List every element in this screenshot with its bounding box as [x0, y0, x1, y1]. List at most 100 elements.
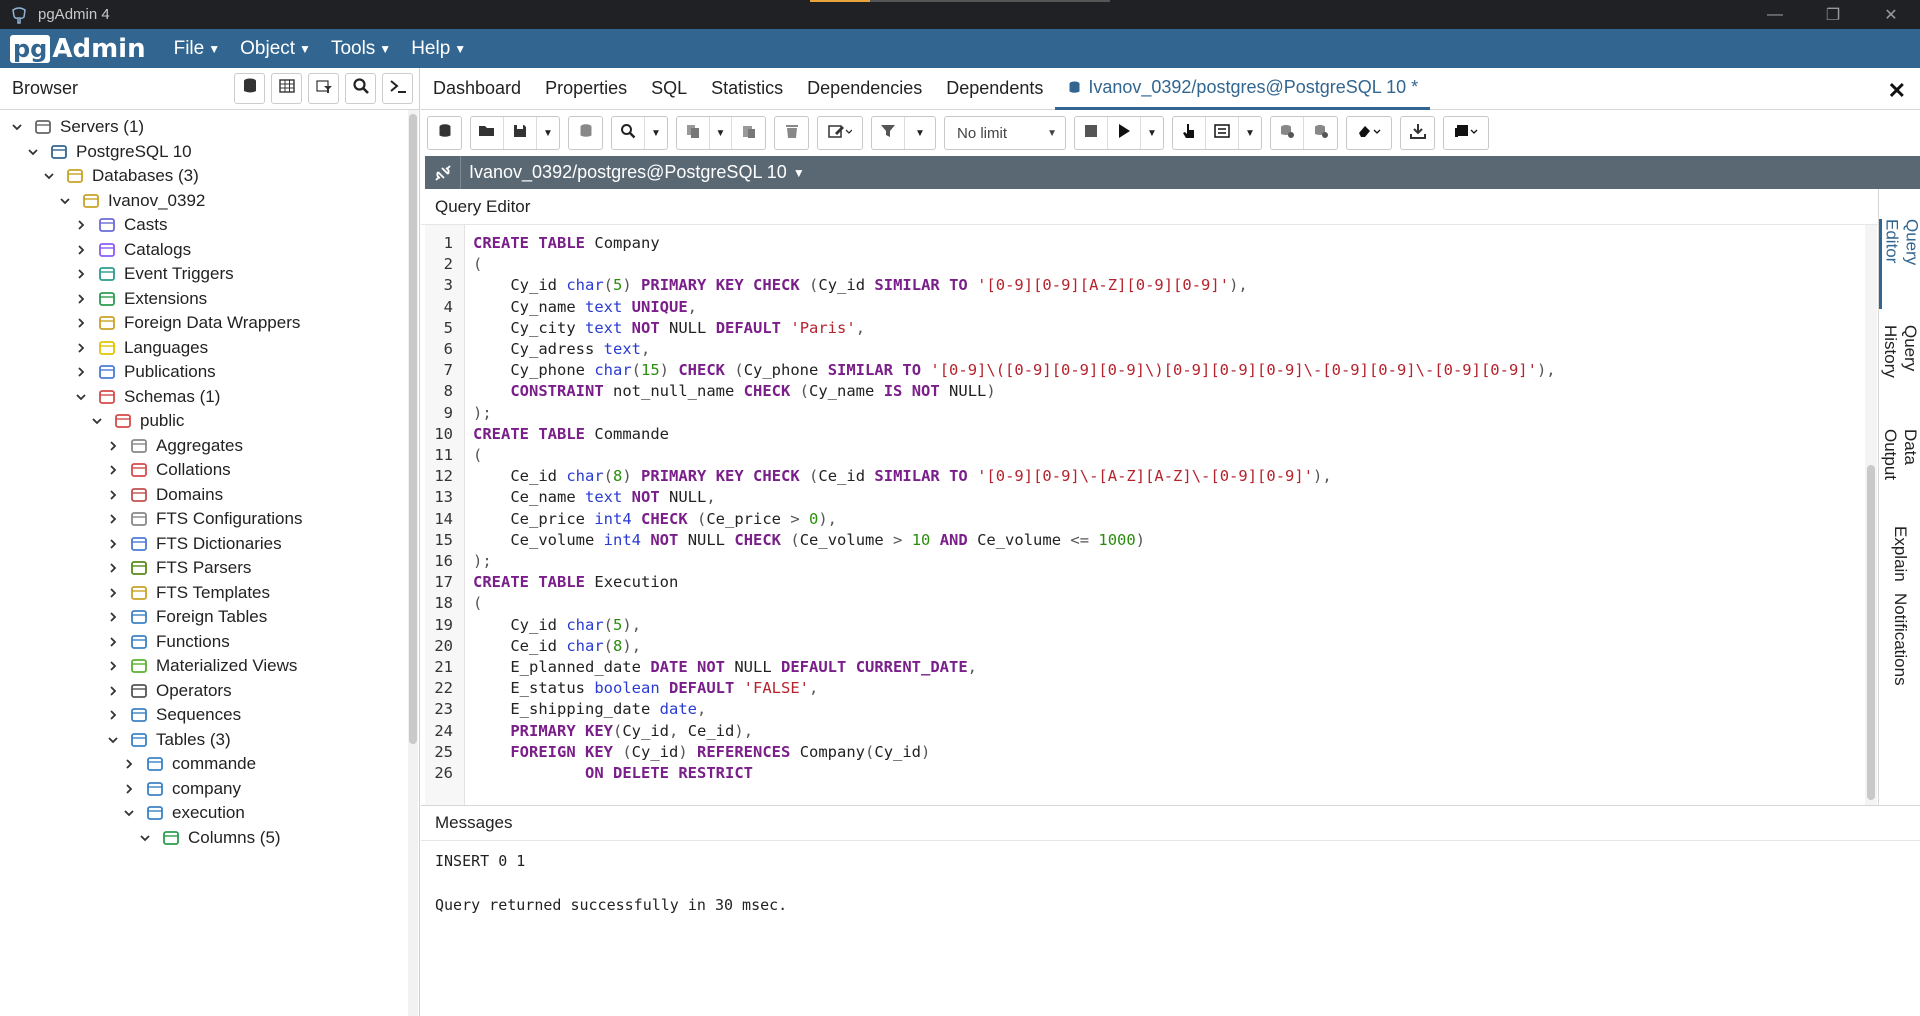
save-data-button[interactable]: [569, 117, 602, 149]
side-tab-query-history[interactable]: Query History: [1879, 325, 1920, 415]
side-tab-notifications[interactable]: Notifications: [1879, 589, 1920, 689]
explain-button[interactable]: [1173, 117, 1206, 149]
edit-options-button[interactable]: [818, 117, 862, 149]
side-tab-explain[interactable]: Explain: [1879, 524, 1920, 584]
copy-options-dropdown[interactable]: ▼: [710, 117, 732, 149]
chevron-down-icon[interactable]: [26, 145, 40, 159]
execute-button[interactable]: [1108, 117, 1141, 149]
code-line[interactable]: 12 Ce_id char(8) PRIMARY KEY CHECK (Ce_i…: [425, 466, 1865, 487]
code-line[interactable]: 11 (: [425, 445, 1865, 466]
chevron-right-icon[interactable]: [74, 218, 88, 232]
minimize-button[interactable]: —: [1746, 0, 1804, 29]
copy-button[interactable]: [677, 117, 710, 149]
tab-dependents[interactable]: Dependents: [934, 68, 1055, 110]
chevron-right-icon[interactable]: [106, 488, 120, 502]
maximize-button[interactable]: ❐: [1804, 0, 1862, 29]
chevron-right-icon[interactable]: [106, 586, 120, 600]
code-line[interactable]: 17 CREATE TABLE Execution: [425, 572, 1865, 593]
chevron-right-icon[interactable]: [106, 610, 120, 624]
chevron-right-icon[interactable]: [122, 782, 136, 796]
filter-options-dropdown[interactable]: ▼: [905, 117, 935, 149]
chevron-right-icon[interactable]: [74, 365, 88, 379]
search-objects-button[interactable]: [345, 73, 376, 104]
chevron-right-icon[interactable]: [74, 292, 88, 306]
explain-options-dropdown[interactable]: ▼: [1239, 117, 1261, 149]
code-line[interactable]: 3 Cy_id char(5) PRIMARY KEY CHECK (Cy_id…: [425, 275, 1865, 296]
chevron-right-icon[interactable]: [106, 439, 120, 453]
code-line[interactable]: 18 (: [425, 593, 1865, 614]
commit-button[interactable]: [1271, 117, 1304, 149]
connection-bar[interactable]: Ivanov_0392/postgres@PostgreSQL 10 ▼: [425, 156, 1920, 189]
sql-editor[interactable]: 1 CREATE TABLE Company 2(3 Cy_id char(5) P…: [425, 225, 1865, 805]
menu-object[interactable]: Object ▼: [240, 38, 311, 60]
tab-statistics[interactable]: Statistics: [699, 68, 795, 110]
code-line[interactable]: 23 E_shipping_date date,: [425, 699, 1865, 720]
code-line[interactable]: 10 CREATE TABLE Commande: [425, 424, 1865, 445]
rollback-button[interactable]: [1304, 117, 1337, 149]
download-csv-button[interactable]: [1401, 117, 1434, 149]
chevron-right-icon[interactable]: [74, 267, 88, 281]
code-line[interactable]: 26 ON DELETE RESTRICT: [425, 763, 1865, 784]
psql-tool-button[interactable]: [382, 73, 413, 104]
find-options-dropdown[interactable]: ▼: [645, 117, 667, 149]
chevron-down-icon[interactable]: [106, 733, 120, 747]
execute-options-dropdown[interactable]: ▼: [1141, 117, 1163, 149]
code-line[interactable]: 4 Cy_name text UNIQUE,: [425, 297, 1865, 318]
tree-item[interactable]: Columns (5): [138, 823, 281, 853]
code-line[interactable]: 25 FOREIGN KEY (Cy_id) REFERENCES Compan…: [425, 742, 1865, 763]
code-line[interactable]: 2(: [425, 254, 1865, 275]
explain-analyze-button[interactable]: [1206, 117, 1239, 149]
tab-dashboard[interactable]: Dashboard: [421, 68, 533, 110]
open-file-button[interactable]: [471, 117, 504, 149]
code-line[interactable]: 13 Ce_name text NOT NULL,: [425, 487, 1865, 508]
menu-tools[interactable]: Tools ▼: [331, 38, 391, 60]
chevron-down-icon[interactable]: [122, 806, 136, 820]
chevron-right-icon[interactable]: [106, 635, 120, 649]
chevron-down-icon[interactable]: [10, 120, 24, 134]
tree-scrollbar-thumb[interactable]: [409, 114, 417, 744]
code-line[interactable]: 16);: [425, 551, 1865, 572]
paste-button[interactable]: [732, 117, 765, 149]
code-line[interactable]: 21 E_planned_date DATE NOT NULL DEFAULT …: [425, 657, 1865, 678]
tab-dependencies[interactable]: Dependencies: [795, 68, 934, 110]
macros-button[interactable]: [1444, 117, 1488, 149]
object-explorer-button[interactable]: [234, 73, 265, 104]
clear-button[interactable]: [1347, 117, 1391, 149]
menu-help[interactable]: Help ▼: [411, 38, 466, 60]
code-line[interactable]: 20 Ce_id char(8),: [425, 636, 1865, 657]
chevron-right-icon[interactable]: [106, 537, 120, 551]
chevron-down-icon[interactable]: [90, 414, 104, 428]
code-line[interactable]: 15 Ce_volume int4 NOT NULL CHECK (Ce_vol…: [425, 530, 1865, 551]
chevron-down-icon[interactable]: [74, 390, 88, 404]
tab-sql[interactable]: SQL: [639, 68, 699, 110]
tree-scrollbar[interactable]: [408, 110, 418, 1016]
code-line[interactable]: 7 Cy_phone char(15) CHECK (Cy_phone SIMI…: [425, 360, 1865, 381]
filtered-rows-button[interactable]: [308, 73, 339, 104]
open-browser-button[interactable]: [428, 117, 461, 149]
find-button[interactable]: [612, 117, 645, 149]
chevron-right-icon[interactable]: [106, 512, 120, 526]
chevron-right-icon[interactable]: [106, 463, 120, 477]
code-line[interactable]: 19 Cy_id char(5),: [425, 615, 1865, 636]
chevron-right-icon[interactable]: [74, 316, 88, 330]
chevron-right-icon[interactable]: [106, 684, 120, 698]
chevron-right-icon[interactable]: [122, 757, 136, 771]
tab-properties[interactable]: Properties: [533, 68, 639, 110]
cancel-query-button[interactable]: [1075, 117, 1108, 149]
chevron-right-icon[interactable]: [106, 659, 120, 673]
side-tab-query-editor[interactable]: Query Editor: [1879, 219, 1920, 309]
editor-scrollbar[interactable]: [1865, 225, 1877, 805]
row-limit-select[interactable]: No limit ▼: [945, 117, 1065, 149]
chevron-right-icon[interactable]: [74, 243, 88, 257]
close-window-button[interactable]: ✕: [1862, 0, 1920, 29]
code-line[interactable]: 8 CONSTRAINT not_null_name CHECK (Cy_nam…: [425, 381, 1865, 402]
tab-query-tool[interactable]: Ivanov_0392/postgres@PostgreSQL 10 *: [1055, 68, 1431, 110]
view-data-button[interactable]: [271, 73, 302, 104]
code-line[interactable]: 14 Ce_price int4 CHECK (Ce_price > 0),: [425, 509, 1865, 530]
chevron-right-icon[interactable]: [74, 341, 88, 355]
chevron-down-icon[interactable]: [42, 169, 56, 183]
code-line[interactable]: 24 PRIMARY KEY(Cy_id, Ce_id),: [425, 721, 1865, 742]
chevron-right-icon[interactable]: [106, 708, 120, 722]
code-line[interactable]: 22 E_status boolean DEFAULT 'FALSE',: [425, 678, 1865, 699]
editor-scrollbar-thumb[interactable]: [1867, 465, 1875, 800]
